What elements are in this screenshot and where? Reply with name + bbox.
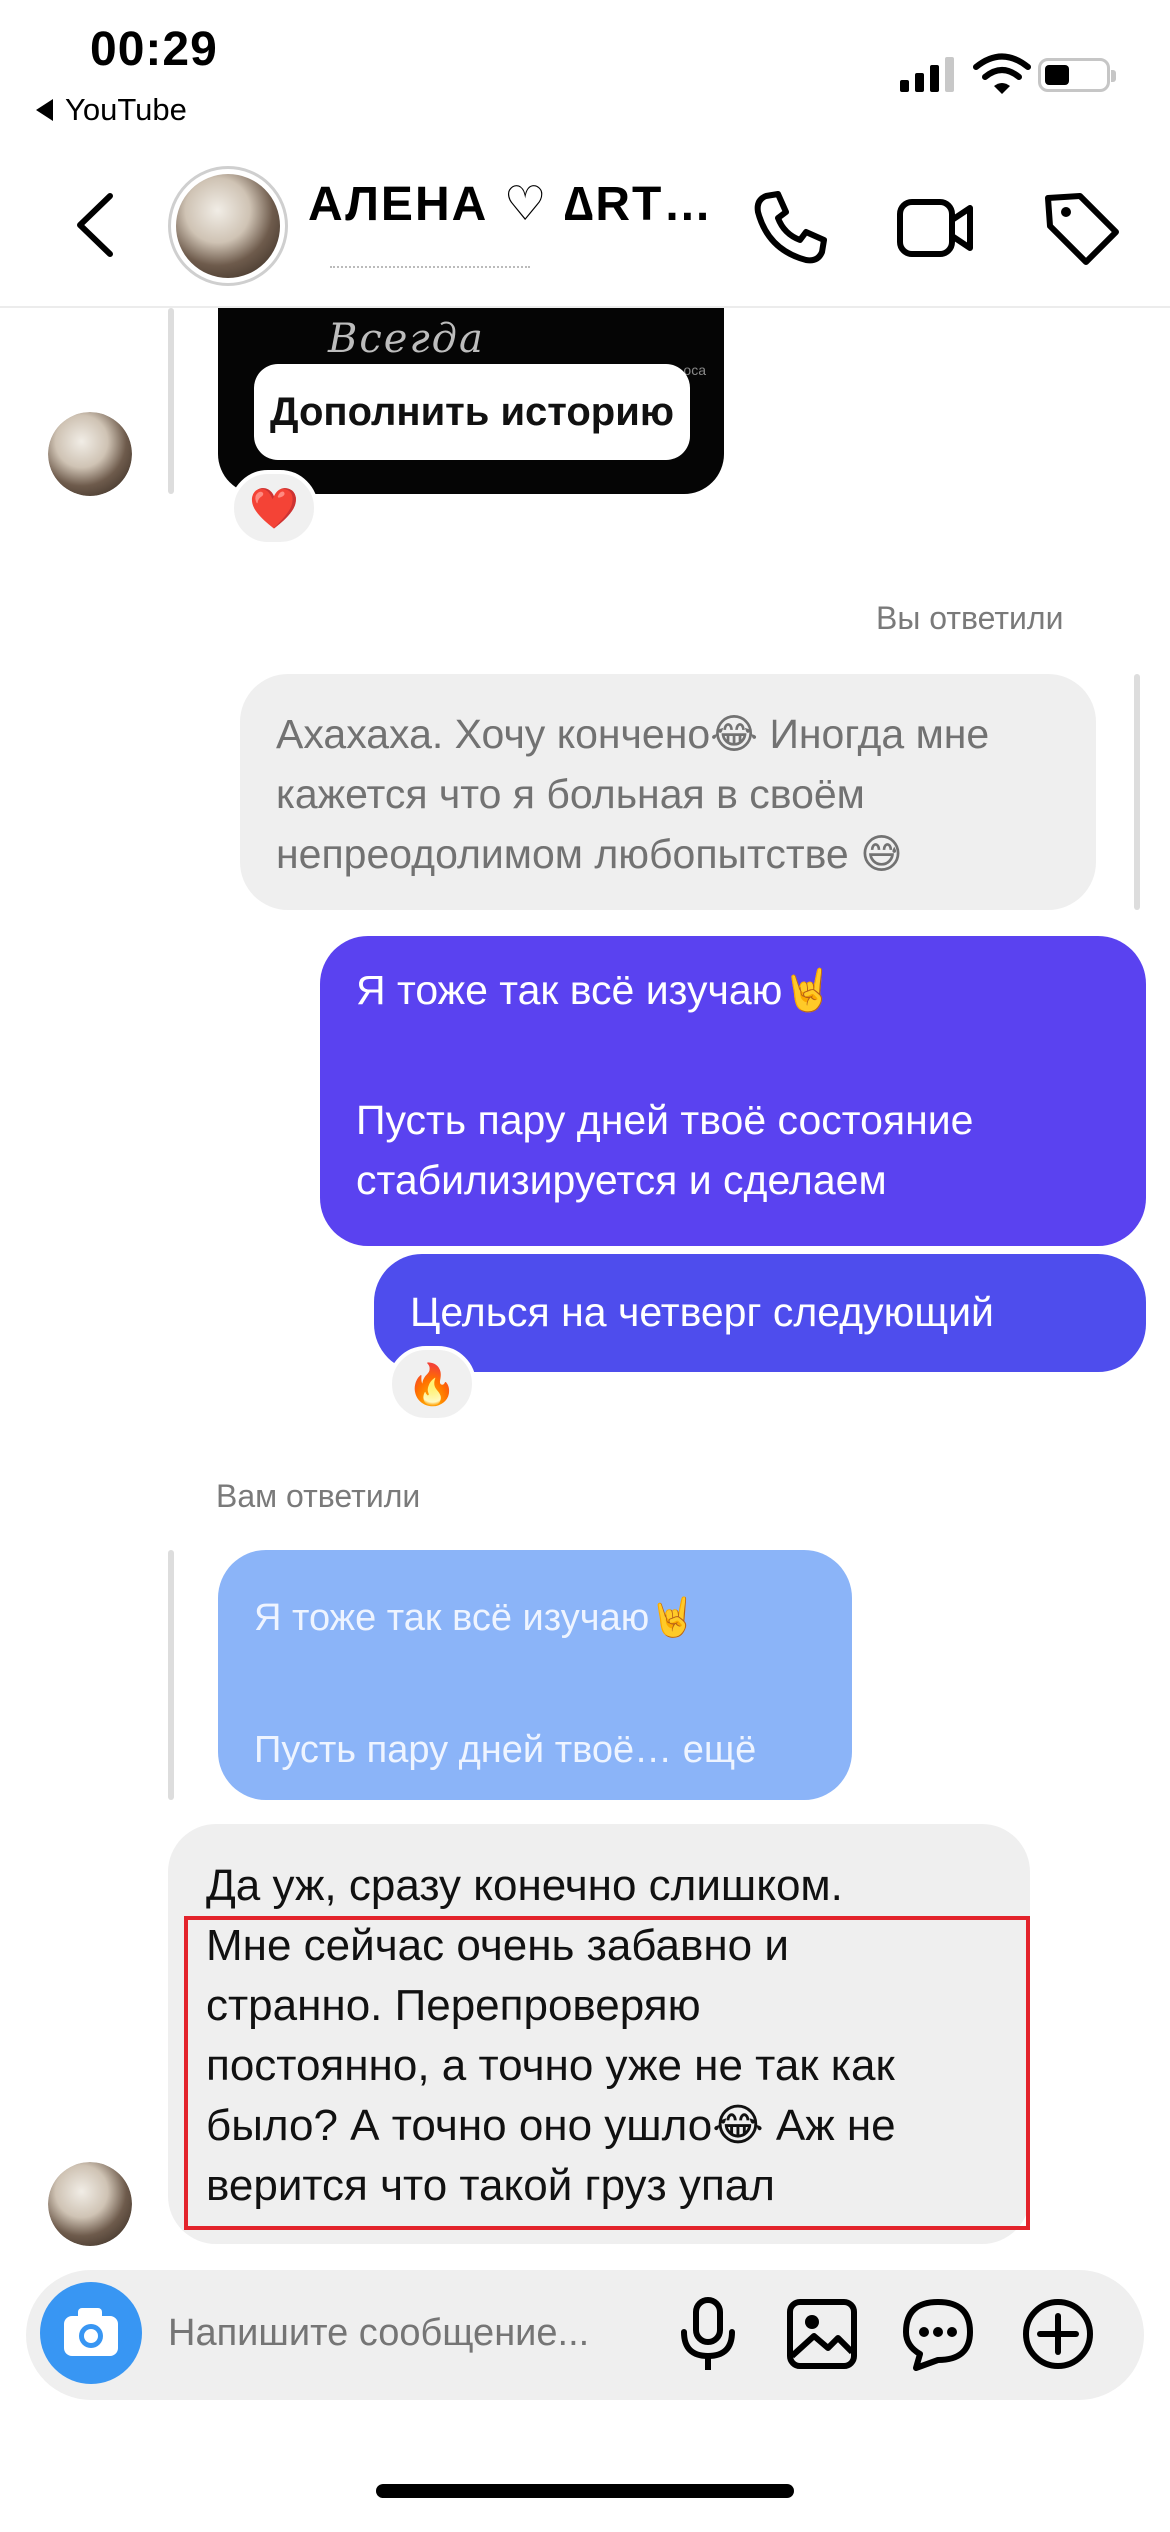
sent-message[interactable]: Я тоже так всё изучаю🤘 Пусть пару дней т…: [320, 936, 1146, 1246]
highlight-box: [184, 1916, 1030, 2230]
message-input[interactable]: [168, 2312, 638, 2355]
quote-line: непреодолимом любопытстве 😅: [276, 831, 903, 877]
back-triangle-icon: [36, 99, 53, 121]
contact-avatar[interactable]: [168, 166, 288, 286]
tag-icon[interactable]: [1040, 186, 1124, 270]
status-time: 00:29: [90, 23, 218, 76]
back-arrow-icon[interactable]: [70, 190, 120, 260]
contact-name[interactable]: АЛЕНА ♡ ∆RT…: [308, 176, 718, 232]
story-script-text: Всегда: [328, 316, 485, 362]
sticker-chat-icon[interactable]: [898, 2294, 978, 2374]
fire-reaction[interactable]: 🔥: [388, 1346, 476, 1422]
quoted-sent-message[interactable]: Я тоже так всё изучаю🤘 Пусть пару дней т…: [218, 1550, 852, 1800]
video-camera-icon[interactable]: [894, 186, 978, 270]
message-line: Я тоже так всё изучаю🤘: [356, 967, 834, 1013]
home-indicator[interactable]: [376, 2484, 794, 2498]
message-line: стабилизируется и сделаем: [356, 1157, 887, 1203]
add-to-story-button[interactable]: Дополнить историю: [254, 364, 690, 460]
sender-avatar[interactable]: [48, 412, 132, 496]
message-line: Целься на четверг следующий: [410, 1289, 994, 1335]
cellular-signal-icon: [900, 56, 954, 92]
quote-line: Пусть пару дней твоё… ещё: [254, 1729, 757, 1771]
quoted-message[interactable]: Ахахаха. Хочу кончено😂 Иногда мне кажетс…: [240, 674, 1096, 910]
quote-line: Ахахаха. Хочу кончено😂 Иногда мне: [276, 711, 990, 757]
microphone-icon[interactable]: [668, 2294, 748, 2374]
phone-icon[interactable]: [748, 186, 832, 270]
wifi-icon: [973, 53, 1031, 94]
sender-avatar[interactable]: [48, 2162, 132, 2246]
battery-icon: [1038, 58, 1116, 92]
quote-line: Я тоже так всё изучаю🤘: [254, 1597, 697, 1639]
quote-line: кажется что я больная в своём: [276, 771, 865, 817]
reply-quote-bar: [168, 1550, 174, 1800]
message-line: Да уж, сразу конечно слишком.: [206, 1861, 843, 1910]
replied-to-you-label: Вам ответили: [216, 1478, 421, 1514]
you-replied-label: Вы ответили: [876, 600, 1064, 636]
reply-quote-bar: [1134, 674, 1140, 910]
contact-subtitle: [330, 266, 530, 272]
image-icon[interactable]: [782, 2294, 862, 2374]
story-reply-bar: [168, 308, 174, 494]
sent-message[interactable]: Целься на четверг следующий: [374, 1254, 1146, 1372]
story-preview[interactable]: Всегда оса Дополнить историю: [218, 308, 724, 494]
back-to-app-link[interactable]: YouTube: [36, 92, 187, 128]
message-line: Пусть пару дней твоё состояние: [356, 1097, 974, 1143]
camera-icon[interactable]: [40, 2282, 142, 2384]
plus-icon[interactable]: [1018, 2294, 1098, 2374]
back-app-label: YouTube: [65, 92, 187, 127]
heart-reaction[interactable]: ❤️: [230, 470, 318, 546]
